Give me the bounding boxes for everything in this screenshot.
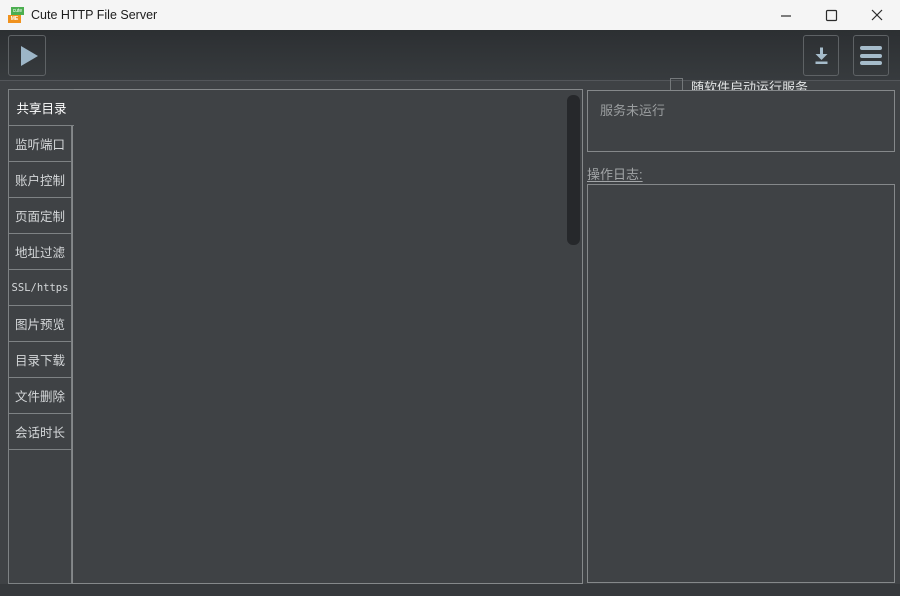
tab-file-delete[interactable]: 文件删除	[8, 377, 72, 414]
operation-log-label: 操作日志:	[587, 167, 643, 182]
app-window: cute ME Cute HTTP File Server 随软件启动运行服务	[0, 0, 900, 596]
menu-icon	[860, 44, 882, 66]
titlebar: cute ME Cute HTTP File Server	[0, 0, 900, 30]
play-icon	[20, 45, 38, 66]
tab-shared-directory[interactable]: 共享目录	[8, 89, 74, 126]
tab-listen-port[interactable]: 监听端口	[8, 125, 72, 162]
tab-page-customize[interactable]: 页面定制	[8, 197, 72, 234]
tab-session-duration[interactable]: 会话时长	[8, 413, 72, 450]
app-logo-icon: cute ME	[8, 7, 24, 23]
close-button[interactable]	[854, 0, 900, 30]
vertical-scrollbar-thumb[interactable]	[567, 95, 580, 245]
service-status-box: 服务未运行	[587, 90, 895, 152]
tab-directory-download[interactable]: 目录下载	[8, 341, 72, 378]
download-icon	[815, 47, 827, 64]
operation-log-box	[587, 184, 895, 583]
tab-account-control[interactable]: 账户控制	[8, 161, 72, 198]
tab-image-preview[interactable]: 图片预览	[8, 305, 72, 342]
tab-address-filter[interactable]: 地址过滤	[8, 233, 72, 270]
sidebar-filler-cell	[8, 449, 72, 584]
bottom-strip	[0, 584, 900, 596]
toolbar: 随软件启动运行服务	[0, 30, 900, 95]
start-service-button[interactable]	[8, 35, 46, 76]
maximize-button[interactable]	[808, 0, 854, 30]
maximize-icon	[825, 9, 837, 21]
tab-ssl-https[interactable]: SSL/https	[8, 269, 72, 306]
window-title: Cute HTTP File Server	[31, 8, 158, 22]
download-update-button[interactable]	[803, 35, 839, 76]
minimize-icon	[781, 15, 791, 17]
settings-pane	[72, 89, 583, 584]
close-icon	[871, 9, 883, 21]
main-menu-button[interactable]	[853, 35, 889, 76]
minimize-button[interactable]	[763, 0, 809, 30]
service-status-text: 服务未运行	[600, 103, 666, 118]
